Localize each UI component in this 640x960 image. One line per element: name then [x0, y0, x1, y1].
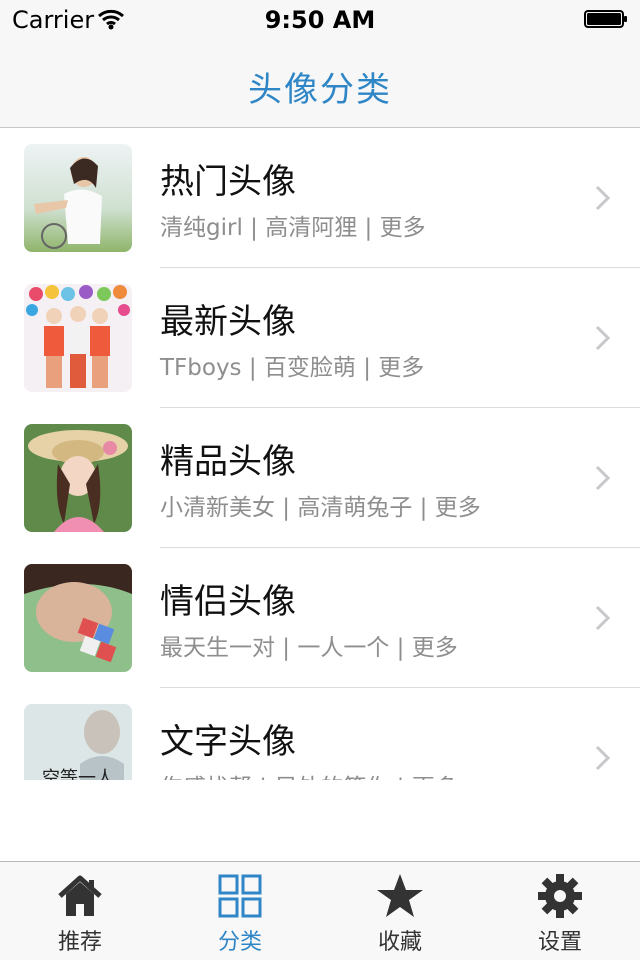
category-subtitle: TFboys | 百变脸萌 | 更多 [160, 355, 425, 381]
clock: 9:50 AM [264, 6, 376, 34]
tab-label: 收藏 [377, 930, 422, 955]
home-icon [58, 875, 102, 916]
chevron-right-icon [595, 745, 611, 771]
category-title: 热门头像 [160, 162, 296, 202]
tab-categories[interactable]: 分类 [160, 862, 320, 960]
category-thumbnail [24, 424, 132, 532]
category-row-new[interactable]: 最新头像 TFboys | 百变脸萌 | 更多 [0, 268, 640, 408]
category-title: 情侣头像 [160, 582, 296, 622]
category-subtitle: 伤感找帮 | 另外的等你 | 更多 [160, 768, 458, 780]
category-title: 文字头像 [160, 722, 296, 762]
tab-label: 推荐 [57, 930, 102, 955]
category-thumbnail [24, 284, 132, 392]
category-subtitle: 清纯girl | 高清阿狸 | 更多 [160, 215, 426, 241]
battery-icon [584, 10, 627, 28]
category-row-premium[interactable]: 精品头像 小清新美女 | 高清萌兔子 | 更多 [0, 408, 640, 548]
tab-recommend[interactable]: 推荐 [0, 862, 160, 960]
category-row-couple[interactable]: 情侣头像 最天生一对 | 一人一个 | 更多 [0, 548, 640, 688]
category-thumbnail [24, 564, 132, 672]
tab-bar: 推荐 分类 收藏 设置 [0, 861, 640, 960]
category-thumbnail [24, 144, 132, 252]
grid-icon [218, 874, 262, 918]
gear-icon [538, 874, 582, 918]
tab-label: 设置 [537, 930, 582, 955]
chevron-right-icon [595, 325, 611, 351]
category-subtitle: 最天生一对 | 一人一个 | 更多 [160, 635, 458, 661]
tab-settings[interactable]: 设置 [480, 862, 640, 960]
page-title: 头像分类 [248, 70, 392, 110]
thumbnail-caption: 空等一人 [42, 768, 114, 780]
chevron-right-icon [595, 605, 611, 631]
category-row-text[interactable]: 空等一人 文字头像 伤感找帮 | 另外的等你 | 更多 [0, 688, 640, 780]
status-bar: Carrier 9:50 AM [0, 0, 640, 40]
category-title: 精品头像 [160, 442, 296, 482]
star-icon [377, 874, 423, 917]
chevron-right-icon [595, 465, 611, 491]
tab-favorites[interactable]: 收藏 [320, 862, 480, 960]
category-list[interactable]: 热门头像 清纯girl | 高清阿狸 | 更多 最新头像 TFboys | 百变… [0, 128, 640, 780]
navigation-bar: 头像分类 [0, 40, 640, 128]
tab-label: 分类 [217, 930, 262, 955]
category-thumbnail: 空等一人 [24, 704, 132, 780]
category-subtitle: 小清新美女 | 高清萌兔子 | 更多 [160, 495, 481, 521]
category-row-hot[interactable]: 热门头像 清纯girl | 高清阿狸 | 更多 [0, 128, 640, 268]
chevron-right-icon [595, 185, 611, 211]
category-title: 最新头像 [160, 302, 296, 342]
